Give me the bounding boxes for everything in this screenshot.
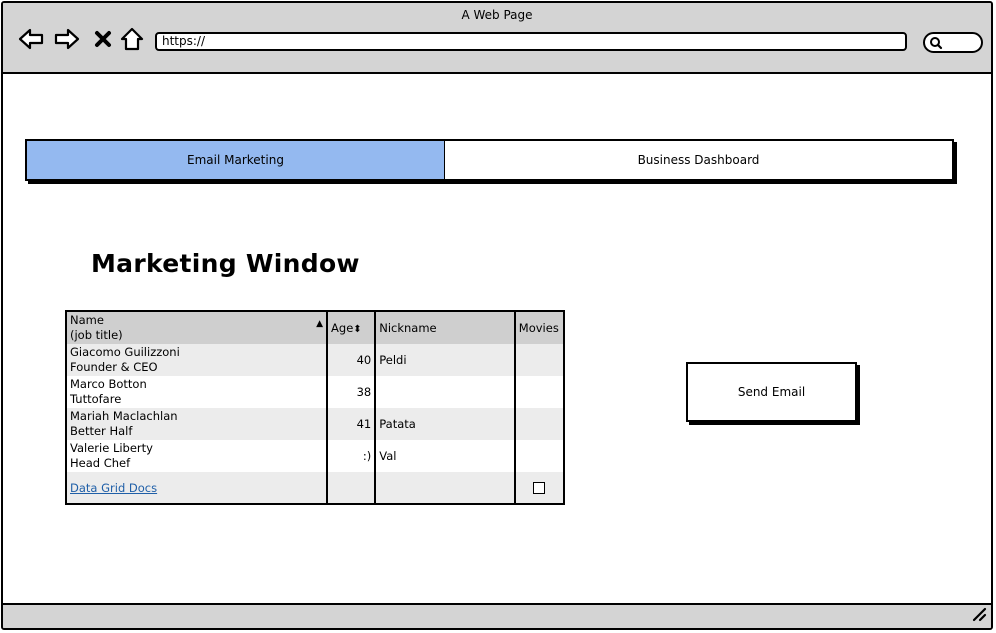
table-row[interactable]: Giacomo Guilizzoni Founder & CEO 40 Peldi	[66, 344, 564, 376]
cell-nickname: Peldi	[375, 344, 516, 376]
data-grid-docs-link[interactable]: Data Grid Docs	[70, 481, 157, 495]
movies-checkbox[interactable]	[533, 482, 546, 494]
forward-icon[interactable]	[53, 25, 81, 53]
sort-icon: ⬍	[353, 324, 362, 335]
close-icon[interactable]	[89, 25, 117, 53]
tab-business-dashboard[interactable]: Business Dashboard	[445, 141, 952, 179]
page-title: Marketing Window	[91, 249, 360, 278]
grid-header-row: ▲ Name (job title) Age⬍ Nickname Movies	[66, 311, 564, 344]
search-field[interactable]	[923, 32, 983, 53]
column-header-nickname[interactable]: Nickname	[375, 311, 516, 344]
cell-movies	[514, 344, 564, 376]
cell-age: 41	[327, 408, 377, 440]
send-email-button[interactable]: Send Email	[686, 362, 857, 422]
resize-grip-icon[interactable]	[971, 606, 987, 626]
cell-nickname	[375, 376, 516, 408]
cell-movies	[515, 440, 564, 472]
column-header-name[interactable]: ▲ Name (job title)	[66, 311, 329, 344]
back-icon[interactable]	[17, 25, 45, 53]
cell-footer-movies	[514, 472, 564, 504]
tab-bar: Email Marketing Business Dashboard	[25, 139, 954, 181]
column-header-movies[interactable]: Movies	[514, 311, 564, 344]
cell-footer-empty	[327, 472, 377, 504]
window-title: A Web Page	[461, 8, 533, 22]
cell-footer-empty	[375, 472, 516, 504]
sort-asc-icon: ▲	[316, 319, 324, 329]
cell-nickname: Patata	[375, 408, 516, 440]
cell-name: Giacomo Guilizzoni Founder & CEO	[66, 344, 329, 376]
column-header-age[interactable]: Age⬍	[327, 311, 377, 344]
browser-toolbar: A Web Page https://	[3, 3, 991, 74]
cell-nickname: Val	[375, 440, 516, 472]
cell-name: Valerie Liberty Head Chef	[66, 440, 329, 472]
table-row[interactable]: Marco Botton Tuttofare 38	[66, 376, 564, 408]
home-icon[interactable]	[118, 25, 146, 53]
cell-age: 38	[327, 376, 377, 408]
browser-window: A Web Page https:// Email Marketing Busi…	[1, 1, 993, 630]
cell-age: :)	[327, 440, 377, 472]
table-row[interactable]: Mariah Maclachlan Better Half 41 Patata	[66, 408, 564, 440]
cell-name: Mariah Maclachlan Better Half	[66, 408, 329, 440]
data-grid: ▲ Name (job title) Age⬍ Nickname Movies …	[65, 310, 565, 505]
status-bar	[3, 603, 991, 628]
table-row[interactable]: Valerie Liberty Head Chef :) Val	[66, 440, 564, 472]
cell-movies	[514, 408, 564, 440]
grid-footer-row: Data Grid Docs	[66, 472, 564, 504]
cell-movies	[515, 376, 564, 408]
url-input[interactable]: https://	[155, 32, 907, 51]
cell-name: Marco Botton Tuttofare	[66, 376, 329, 408]
cell-age: 40	[327, 344, 377, 376]
tab-email-marketing[interactable]: Email Marketing	[27, 141, 445, 179]
cell-footer: Data Grid Docs	[66, 472, 329, 504]
